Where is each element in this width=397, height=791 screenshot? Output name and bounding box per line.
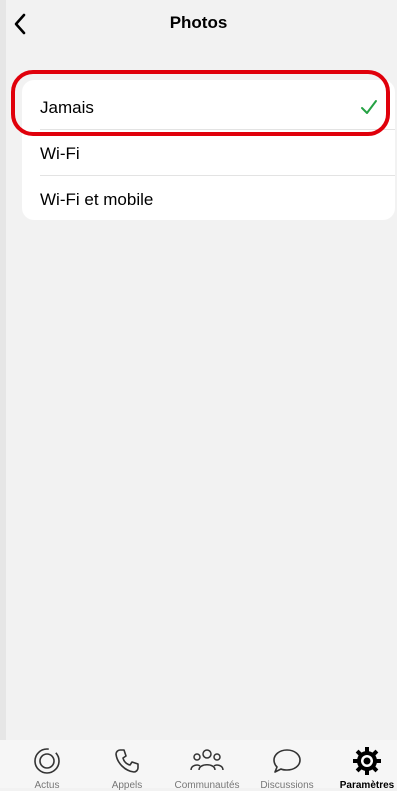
tab-actus[interactable]: Actus	[7, 740, 87, 791]
phone-icon	[115, 749, 139, 773]
tab-discussions[interactable]: Discussions	[247, 740, 327, 791]
tab-parametres[interactable]: Paramètres	[327, 740, 397, 791]
option-wifi-et-mobile[interactable]: Wi-Fi et mobile	[22, 176, 395, 222]
page-title: Photos	[169, 13, 228, 32]
nav-bar: Photos	[0, 0, 397, 48]
tab-label: Paramètres	[339, 780, 395, 791]
option-label: Wi-Fi	[40, 144, 80, 163]
option-label: Wi-Fi et mobile	[40, 190, 154, 209]
option-wifi[interactable]: Wi-Fi	[22, 130, 395, 176]
checkmark-icon	[361, 100, 377, 114]
status-icon	[34, 748, 60, 774]
gear-icon	[353, 747, 381, 775]
options-list: Jamais Wi-Fi Wi-Fi et mobile	[22, 80, 395, 220]
chat-bubble-icon	[273, 749, 301, 773]
left-edge-strip	[0, 0, 6, 788]
tab-communautes[interactable]: Communautés	[167, 740, 247, 791]
communities-icon	[190, 749, 224, 771]
tab-appels[interactable]: Appels	[87, 740, 167, 791]
tab-bar: Actus Appels Communautés Discussions Par…	[0, 740, 397, 791]
option-label: Jamais	[40, 98, 94, 117]
option-jamais[interactable]: Jamais	[22, 84, 395, 130]
